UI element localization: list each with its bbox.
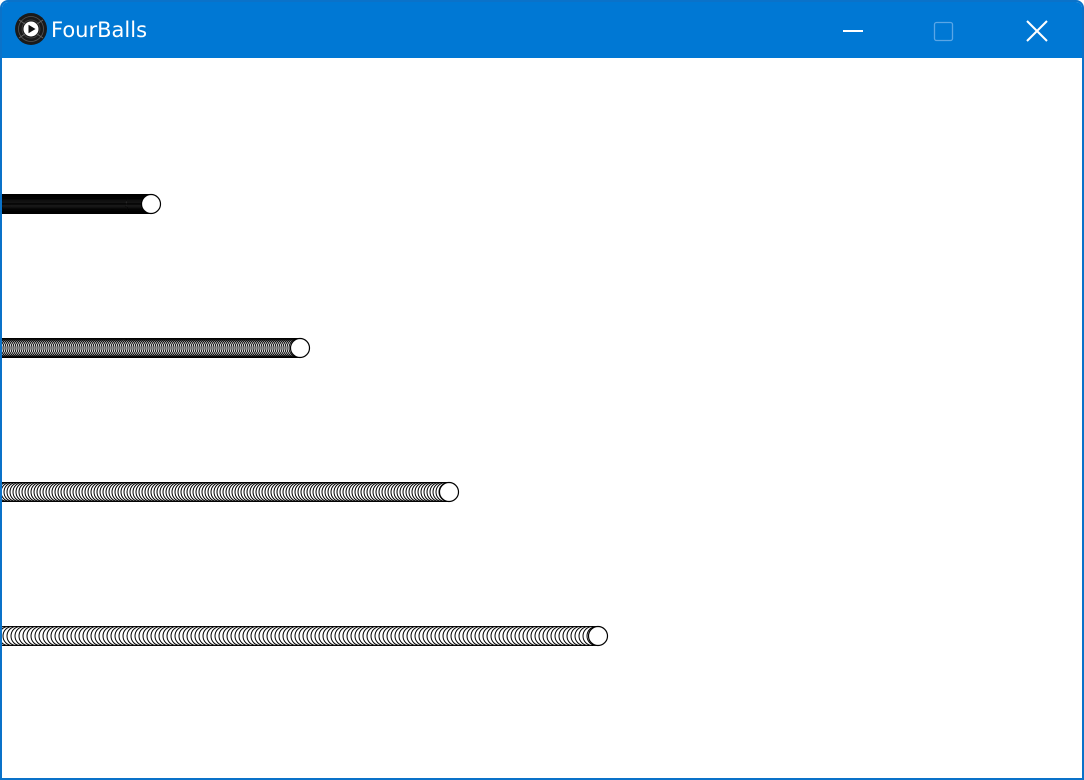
app-window: FourBalls [0,0,1084,780]
ball-1 [140,193,162,215]
ball-2 [289,337,311,359]
canvas-area [2,58,1082,778]
balls-canvas [2,193,609,647]
ball-trail-1 [2,193,162,215]
ball-4 [587,625,609,647]
ball-trail-2 [2,337,311,359]
play-disc-icon [14,12,48,46]
ball-trail-3 [2,481,460,503]
close-icon [1026,20,1048,42]
title-bar[interactable]: FourBalls [2,2,1082,58]
maximize-icon [933,21,954,42]
minimize-icon [843,30,863,32]
maximize-button[interactable] [897,2,987,58]
window-title: FourBalls [51,18,148,42]
minimize-button[interactable] [806,2,896,58]
close-button[interactable] [989,2,1079,58]
ball-trail-4 [2,625,609,647]
ball-3 [438,481,460,503]
